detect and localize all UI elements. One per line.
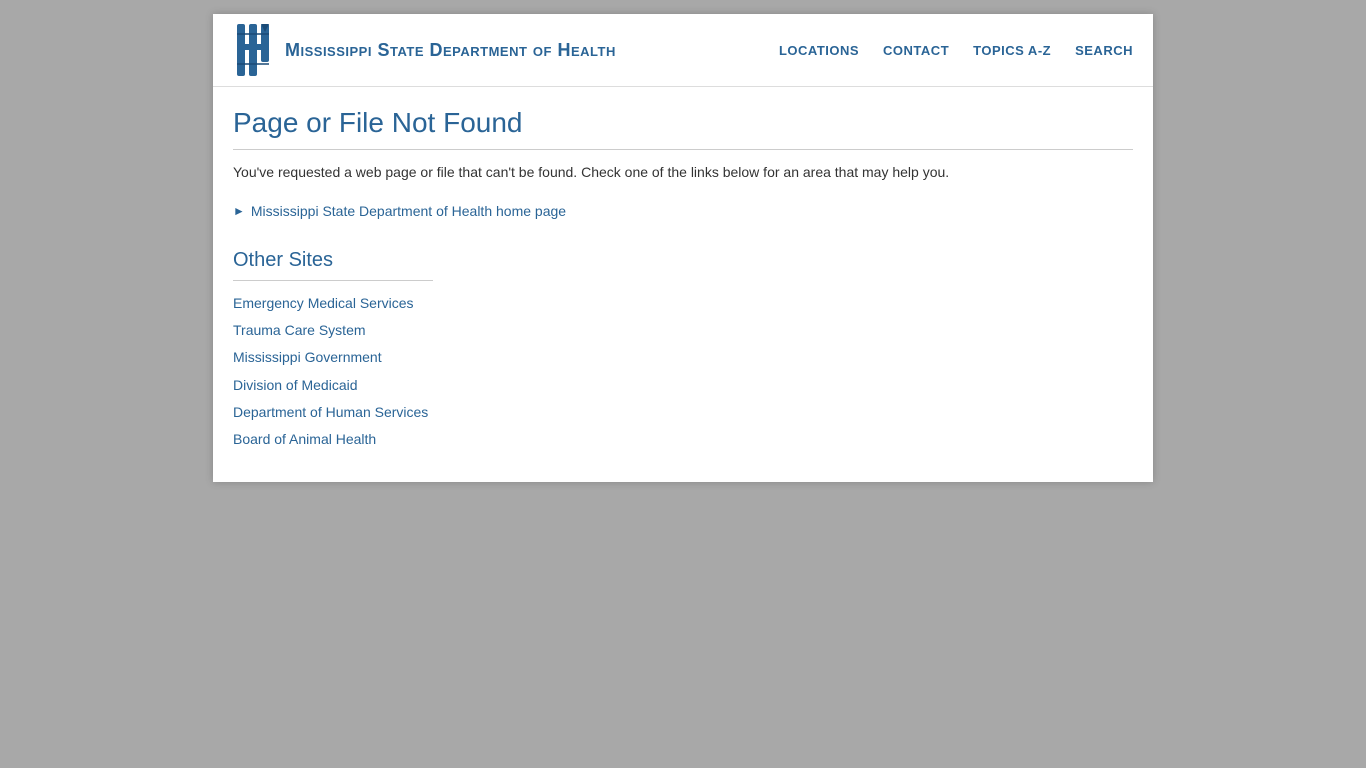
list-item: Board of Animal Health xyxy=(233,427,1133,452)
home-link-row: ► Mississippi State Department of Health… xyxy=(233,203,1133,219)
other-site-link-1[interactable]: Trauma Care System xyxy=(233,322,366,338)
logo-area: Mississippi State Department of Health xyxy=(233,24,616,76)
other-site-link-2[interactable]: Mississippi Government xyxy=(233,349,382,365)
main-nav: LOCATIONS CONTACT TOPICS A-Z SEARCH xyxy=(779,43,1133,58)
list-item: Emergency Medical Services xyxy=(233,291,1133,316)
home-page-link[interactable]: Mississippi State Department of Health h… xyxy=(251,203,566,219)
contact-nav-link[interactable]: CONTACT xyxy=(883,43,949,58)
logo-icon xyxy=(233,24,275,76)
page-container: Mississippi State Department of Health L… xyxy=(213,14,1153,482)
list-item: Division of Medicaid xyxy=(233,373,1133,398)
other-sites-title: Other Sites xyxy=(233,249,433,281)
arrow-right-icon: ► xyxy=(233,204,245,218)
header: Mississippi State Department of Health L… xyxy=(213,14,1153,87)
other-sites-section: Other Sites Emergency Medical Services Tr… xyxy=(233,249,1133,452)
other-site-link-4[interactable]: Department of Human Services xyxy=(233,404,428,420)
logo-text: Mississippi State Department of Health xyxy=(285,40,616,61)
list-item: Trauma Care System xyxy=(233,318,1133,343)
other-sites-list: Emergency Medical Services Trauma Care Sy… xyxy=(233,291,1133,452)
list-item: Mississippi Government xyxy=(233,345,1133,370)
locations-nav-link[interactable]: LOCATIONS xyxy=(779,43,859,58)
other-site-link-3[interactable]: Division of Medicaid xyxy=(233,377,358,393)
topics-nav-link[interactable]: TOPICS A-Z xyxy=(973,43,1051,58)
search-nav-link[interactable]: SEARCH xyxy=(1075,43,1133,58)
not-found-message: You've requested a web page or file that… xyxy=(233,162,1133,183)
main-content: Page or File Not Found You've requested … xyxy=(213,87,1153,482)
other-site-link-5[interactable]: Board of Animal Health xyxy=(233,431,376,447)
page-title: Page or File Not Found xyxy=(233,107,1133,150)
list-item: Department of Human Services xyxy=(233,400,1133,425)
other-site-link-0[interactable]: Emergency Medical Services xyxy=(233,295,414,311)
